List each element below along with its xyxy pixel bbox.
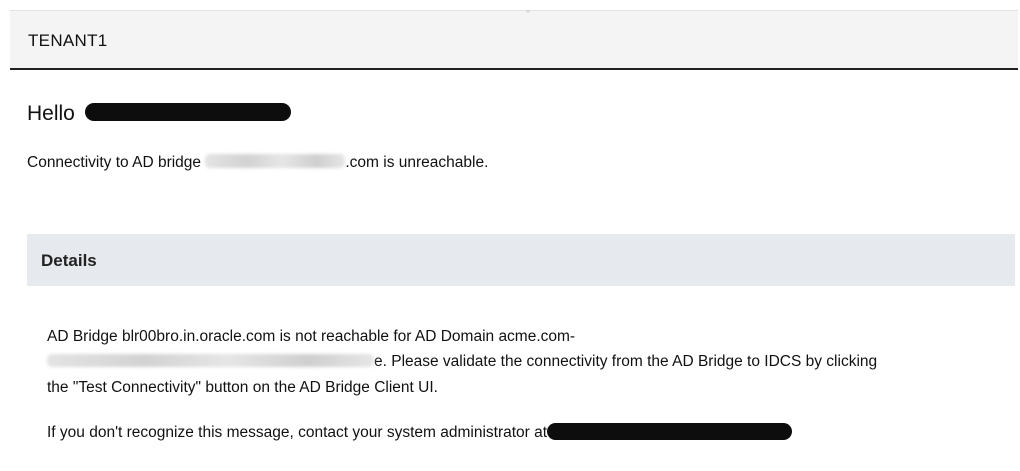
connectivity-suffix: .com is unreachable.	[345, 154, 489, 171]
details-line-4-text: If you don't recognize this message, con…	[47, 424, 548, 441]
details-line-2-text: e. Please validate the connectivity from…	[374, 353, 878, 370]
connectivity-prefix: Connectivity to AD bridge	[27, 154, 202, 171]
header-notch	[525, 10, 531, 14]
redacted-recipient-name	[84, 103, 291, 122]
greeting-text: Hello	[27, 102, 75, 125]
details-section-header: Details	[27, 234, 1015, 286]
details-line-1: AD Bridge blr00bro.in.oracle.com is not …	[47, 328, 576, 345]
email-header: TENANT1	[10, 10, 1018, 70]
tenant-title: TENANT1	[28, 31, 108, 50]
greeting-line: Hello	[27, 102, 291, 126]
details-line-2: e. Please validate the connectivity from…	[47, 353, 877, 371]
connectivity-message: Connectivity to AD bridge .com is unreac…	[27, 154, 488, 172]
details-line-3: the "Test Connectivity" button on the AD…	[47, 379, 438, 396]
blurred-hostname	[205, 154, 346, 169]
blurred-domain-id	[47, 353, 374, 367]
details-line-4: If you don't recognize this message, con…	[47, 422, 793, 442]
redacted-admin-email	[547, 422, 793, 440]
details-title: Details	[41, 251, 97, 270]
